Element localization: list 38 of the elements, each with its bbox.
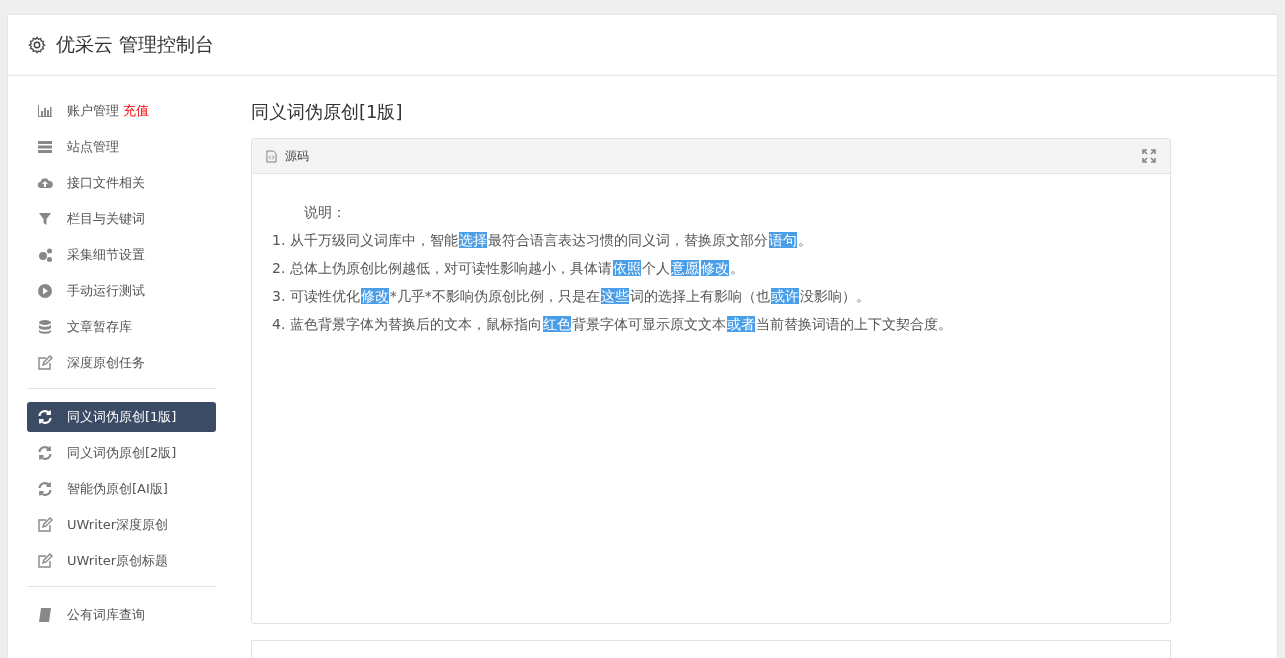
sidebar-item[interactable]: 文章暂存库 [27, 312, 216, 342]
app-title: 优采云 管理控制台 [56, 32, 215, 57]
filter-icon [37, 211, 53, 227]
sidebar-item[interactable]: UWriter深度原创 [27, 510, 216, 540]
refresh-icon [37, 481, 53, 497]
description-line: 1. 从千万级同义词库中，智能选择最符合语言表达习惯的同义词，替换原文部分语句。 [272, 231, 813, 250]
refresh-icon [37, 409, 53, 425]
edit-icon [37, 553, 53, 569]
description-line: 4. 蓝色背景字体为替换后的文本，鼠标指向 红色背景字体可显示原文文本或者当前替换词语的上下文契合度。 [272, 315, 953, 334]
description-line: 2. 总体上伪原创比例越低，对可读性影响越小，具体请依照个人意愿修改。 [272, 259, 745, 278]
edit-icon [37, 517, 53, 533]
sidebar-item[interactable]: 同义词伪原创[1版] [27, 402, 216, 432]
sidebar-item[interactable]: 同义词伪原创[2版] [27, 438, 216, 468]
server-icon [37, 139, 53, 155]
description-line: 3. 可读性优化修改*几乎*不影响伪原创比例，只是在这些词的选择上有影响（也或许没影响）。 [272, 287, 871, 306]
database-icon [37, 319, 53, 335]
page-title: 同义词伪原创[1版] [251, 100, 404, 124]
fullscreen-icon[interactable] [1142, 149, 1156, 163]
sidebar-item[interactable]: 公有词库查询 [27, 600, 216, 630]
edit-icon [37, 355, 53, 371]
sidebar-item[interactable]: 采集细节设置 [27, 240, 216, 270]
sidebar-item[interactable]: 手动运行测试 [27, 276, 216, 306]
settings-icon [28, 36, 46, 54]
play-icon [37, 283, 53, 299]
sidebar-item[interactable]: 栏目与关键词 [27, 204, 216, 234]
source-button[interactable]: 源码 [266, 147, 309, 165]
sidebar-item[interactable]: 站点管理 [27, 132, 216, 162]
sidebar-item[interactable]: UWriter原创标题 [27, 546, 216, 576]
description-heading: 说明： [303, 203, 347, 222]
refresh-icon [37, 445, 53, 461]
cloud-upload-icon [37, 175, 53, 191]
recharge-link[interactable]: 充值 [123, 102, 149, 120]
sidebar-item[interactable]: 智能伪原创[AI版] [27, 474, 216, 504]
sidebar-item[interactable]: 深度原创任务 [27, 348, 216, 378]
sidebar-item[interactable]: 接口文件相关 [27, 168, 216, 198]
bar-chart-icon [37, 103, 53, 119]
code-file-icon [266, 149, 277, 163]
sidebar-item[interactable]: 账户管理 充值 [27, 96, 216, 126]
